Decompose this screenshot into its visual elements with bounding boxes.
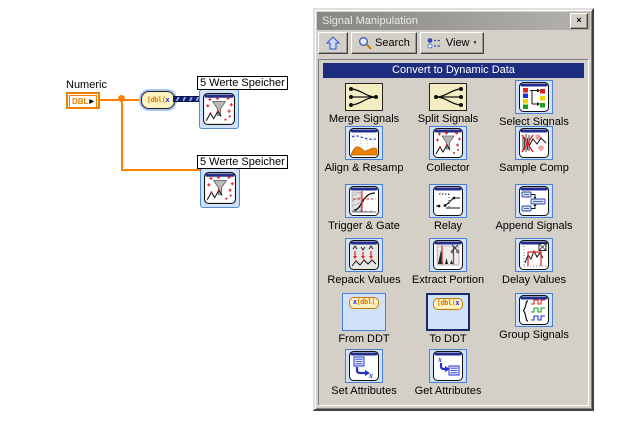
window-titlebar[interactable]: Signal Manipulation × [317, 12, 590, 30]
terminal-arrow-icon: ▶ [89, 99, 95, 105]
palette-item-to-ddt[interactable]: [dbl(x To DDT [406, 293, 490, 345]
align-resample-icon [345, 126, 383, 160]
palette-header-bar: Convert to Dynamic Data [323, 63, 584, 78]
palette-item-append-signals[interactable]: Append Signals [492, 184, 576, 232]
palette-item-label: Delay Values [502, 274, 566, 286]
select-signals-icon [515, 80, 553, 114]
palette-item-delay-values[interactable]: Delay Values [492, 238, 576, 286]
trigger-gate-icon [345, 184, 383, 218]
subvi-1-collector[interactable] [199, 89, 239, 129]
split-signals-icon [429, 83, 467, 111]
merge-signals-icon [345, 83, 383, 111]
view-dropdown-arrow-icon: ▼ [472, 40, 478, 46]
palette-item-set-attributes[interactable]: x Set Attributes [322, 349, 406, 397]
palette-item-label: To DDT [429, 333, 467, 345]
numeric-dbl-terminal[interactable]: DBL ▶ [66, 92, 100, 109]
palette-item-label: Collector [426, 162, 470, 174]
search-button-label: Search [375, 37, 410, 49]
palette-item-label: Align & Resamp [324, 162, 404, 174]
window-title: Signal Manipulation [322, 15, 419, 27]
up-to-owning-palette-button[interactable] [318, 32, 348, 54]
close-button[interactable]: × [570, 13, 588, 29]
svg-text:x: x [437, 355, 442, 364]
palette-item-split-signals[interactable]: Split Signals [406, 80, 490, 125]
subvi-2-label[interactable]: 5 Werte Speicher [197, 155, 288, 169]
palette-item-from-ddt[interactable]: x[dbl( From DDT [322, 293, 406, 345]
palette-item-label: Extract Portion [411, 274, 485, 286]
collector-icon [429, 126, 467, 160]
palette-item-label: Merge Signals [328, 113, 400, 125]
collector-icon [203, 93, 235, 125]
palette-item-label: Sample Comp [499, 162, 569, 174]
svg-text:x: x [368, 371, 373, 380]
palette-item-extract-portion[interactable]: Extract Portion [406, 238, 490, 286]
palette-item-align-resample[interactable]: Align & Resamp [322, 126, 406, 174]
palette-item-label: Append Signals [495, 220, 573, 232]
append-signals-icon [515, 184, 553, 218]
to-ddt-icon: [dbl(x [426, 293, 470, 331]
palette-item-group-signals[interactable]: Group Signals [492, 293, 576, 341]
numeric-control-label: Numeric [66, 79, 107, 91]
palette-toolbar: Search View ▼ [317, 30, 590, 59]
dynamic-data-wire[interactable] [173, 96, 200, 102]
palette-item-repack-values[interactable]: Repack Values [322, 238, 406, 286]
palette-item-label: Set Attributes [331, 385, 397, 397]
view-options-icon [427, 37, 443, 49]
orange-wire-vertical[interactable] [121, 100, 123, 170]
orange-wire-horizontal-2[interactable] [121, 169, 202, 171]
subvi-1-label[interactable]: 5 Werte Speicher [197, 76, 288, 90]
search-icon [358, 36, 372, 50]
labview-block-diagram-canvas: Numeric DBL ▶ [dbl( x 5 Werte Speicher 5 [0, 0, 622, 446]
dbl-type-text: DBL [71, 97, 89, 106]
palette-item-get-attributes[interactable]: x Get Attributes [406, 349, 490, 397]
set-attributes-icon: x [345, 349, 383, 383]
palette-item-merge-signals[interactable]: Merge Signals [322, 80, 406, 125]
up-arrow-icon [326, 36, 340, 50]
get-attributes-icon: x [429, 349, 467, 383]
palette-item-select-signals[interactable]: Select Signals [492, 80, 576, 128]
sample-compression-icon [515, 126, 553, 160]
convert-to-dynamic-data-node[interactable]: [dbl( x [141, 91, 175, 109]
signal-manipulation-palette-window: Signal Manipulation × Search View ▼ Conv… [313, 8, 594, 411]
group-signals-icon [515, 293, 553, 327]
palette-item-label: Repack Values [327, 274, 401, 286]
view-button-label: View [445, 37, 470, 49]
palette-item-sample-compression[interactable]: Sample Comp [492, 126, 576, 174]
palette-item-collector[interactable]: Collector [406, 126, 490, 174]
subvi-2-collector[interactable] [200, 168, 240, 208]
palette-item-relay[interactable]: Relay [406, 184, 490, 232]
view-button[interactable]: View ▼ [419, 32, 485, 54]
search-button[interactable]: Search [351, 32, 417, 54]
palette-item-trigger-gate[interactable]: Trigger & Gate [322, 184, 406, 232]
extract-portion-icon [429, 238, 467, 272]
palette-item-label: Relay [433, 220, 463, 232]
palette-item-label: Group Signals [499, 329, 569, 341]
collector-icon [204, 172, 236, 204]
palette-item-label: From DDT [338, 333, 390, 345]
palette-item-label: Get Attributes [414, 385, 482, 397]
palette-item-label: Trigger & Gate [328, 220, 400, 232]
from-ddt-icon: x[dbl( [342, 293, 386, 331]
delay-values-icon [515, 238, 553, 272]
palette-item-label: Split Signals [417, 113, 479, 125]
palette-body: Convert to Dynamic Data Merge Signals Sp… [318, 59, 589, 406]
repack-values-icon [345, 238, 383, 272]
relay-icon [429, 184, 467, 218]
convert-node-glyph: [dbl( [146, 96, 166, 104]
